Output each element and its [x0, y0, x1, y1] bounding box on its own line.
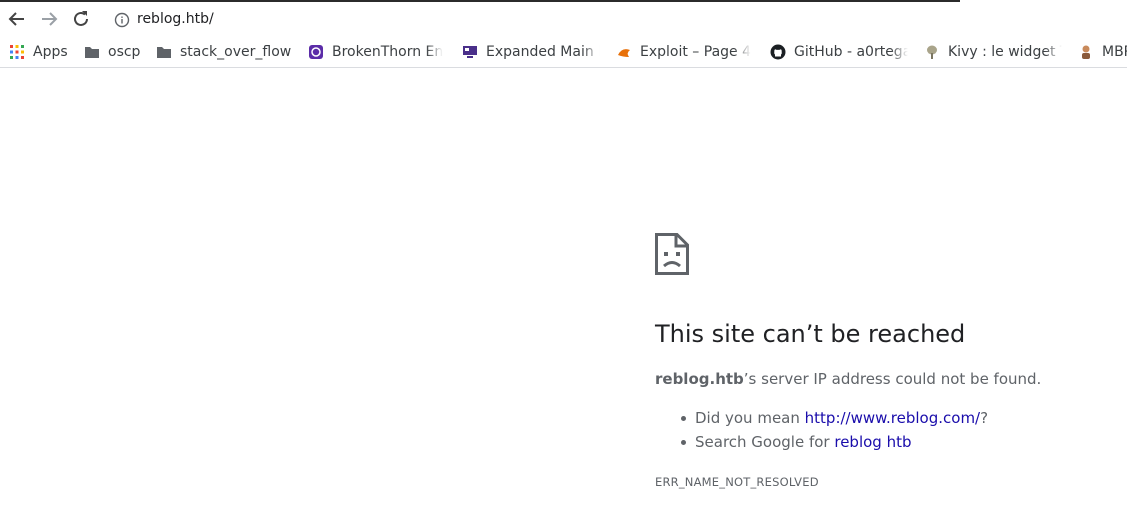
bookmark-label: stack_over_flow — [180, 44, 292, 60]
bookmark-label: Kivy : le widget T — [948, 44, 1062, 60]
reload-icon — [74, 11, 88, 26]
bookmark-label: GitHub - a0rtega — [794, 44, 908, 60]
bookmark-label: oscp — [108, 44, 141, 60]
error-code: ERR_NAME_NOT_RESOLVED — [655, 475, 819, 489]
folder-icon — [85, 47, 99, 58]
bookmark-brokenthorn[interactable]: BrokenThorn En — [308, 42, 444, 62]
mbr-favicon — [1082, 45, 1090, 59]
bookmark-expanded-main[interactable]: Expanded Main P — [462, 42, 600, 62]
bookmark-label: Exploit – Page 4 — [640, 44, 752, 60]
error-host: reblog.htb — [655, 370, 744, 388]
back-button[interactable] — [6, 8, 28, 30]
expanded-main-favicon — [463, 46, 477, 58]
address-bar[interactable]: reblog.htb/ — [106, 6, 1106, 34]
bookmark-kivy[interactable]: Kivy : le widget T — [924, 42, 1062, 62]
info-icon[interactable] — [114, 12, 130, 28]
window-top-edge — [0, 0, 960, 2]
arrow-right-icon — [42, 12, 58, 26]
bookmark-label: MBR — [1102, 44, 1127, 60]
bookmark-folder-stack-over-flow[interactable]: stack_over_flow — [156, 42, 291, 62]
suggestion-item: Did you mean http://www.reblog.com/? — [655, 408, 988, 432]
bookmark-mbr[interactable]: MBR — [1078, 42, 1127, 62]
arrow-left-icon — [8, 12, 24, 26]
apps-grid-icon — [10, 45, 24, 59]
kivy-favicon — [927, 45, 937, 59]
bookmark-label: Expanded Main P — [486, 44, 600, 60]
bookmark-label: BrokenThorn En — [332, 44, 444, 60]
reload-button[interactable] — [70, 8, 92, 30]
brokenthorn-favicon — [309, 45, 323, 59]
bookmark-label: Apps — [33, 44, 68, 60]
url-text[interactable]: reblog.htb/ — [137, 11, 214, 27]
error-summary-text: ’s server IP address could not be found. — [743, 370, 1042, 388]
bookmark-exploit[interactable]: Exploit – Page 4 — [616, 42, 754, 62]
browser-toolbar: reblog.htb/ — [0, 0, 1127, 38]
sad-page-icon — [655, 233, 689, 275]
folder-icon — [157, 47, 171, 58]
bookmarks-bar: Apps oscp stack_over_flow BrokenThorn En… — [0, 38, 1127, 68]
exploit-favicon — [618, 49, 630, 57]
suggestion-prefix: Did you mean — [695, 409, 805, 427]
error-summary: reblog.htb’s server IP address could not… — [655, 370, 1041, 388]
forward-button[interactable] — [38, 8, 60, 30]
bookmark-folder-oscp[interactable]: oscp — [84, 42, 140, 62]
suggestion-prefix: Search Google for — [695, 433, 835, 451]
suggestion-item: Search Google for reblog htb — [655, 432, 988, 456]
suggestion-list: Did you mean http://www.reblog.com/? Sea… — [655, 408, 988, 456]
search-google-link[interactable]: reblog htb — [834, 433, 911, 451]
error-title: This site can’t be reached — [655, 320, 966, 348]
bookmark-github[interactable]: GitHub - a0rtega — [770, 42, 908, 62]
suggested-url-link[interactable]: http://www.reblog.com/ — [805, 409, 980, 427]
bookmark-apps[interactable]: Apps — [9, 42, 68, 62]
github-icon — [770, 44, 786, 60]
suggestion-suffix: ? — [980, 409, 989, 427]
